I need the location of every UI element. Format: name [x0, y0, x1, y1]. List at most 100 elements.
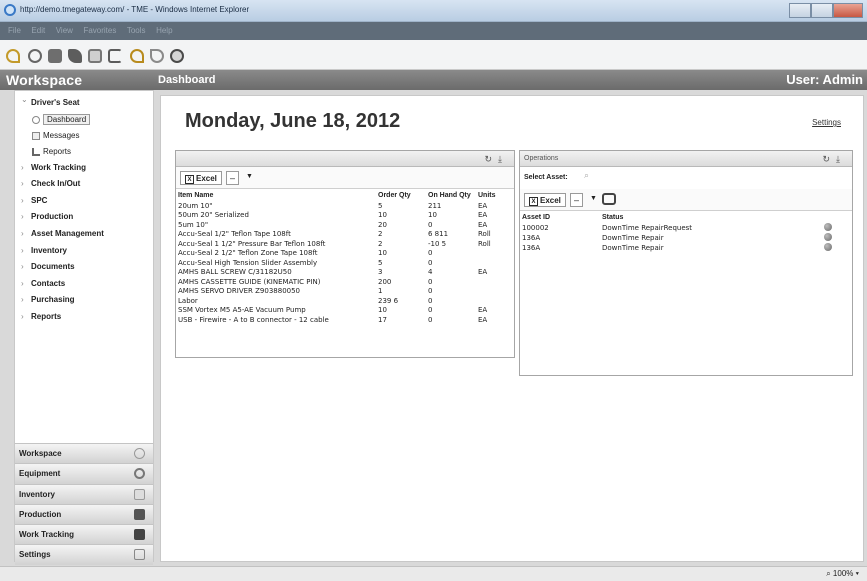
nav-asset-management[interactable]: Asset Management: [21, 226, 153, 243]
maximize-button[interactable]: [811, 3, 833, 18]
cell-units: EA: [478, 315, 488, 324]
search-icon[interactable]: ⌕: [584, 170, 589, 181]
menu-favorites[interactable]: Favorites: [83, 26, 116, 35]
table-row[interactable]: Accu-Seal 2 1/2" Teflon Zone Tape 108ft 1…: [176, 249, 514, 259]
zoom-control[interactable]: ⌕ 100% ▾: [826, 569, 859, 579]
accordion-equipment[interactable]: Equipment: [15, 463, 153, 484]
nav-reports[interactable]: Reports: [21, 309, 153, 326]
accordion-settings[interactable]: Settings: [15, 544, 153, 565]
tag-icon[interactable]: [6, 49, 20, 63]
col-on-hand-qty[interactable]: On Hand Qty: [426, 189, 476, 201]
table-row[interactable]: Accu-Seal High Tension Slider Assembly 5 0: [176, 258, 514, 268]
settings-link[interactable]: Settings: [812, 118, 841, 127]
nav-purchasing[interactable]: Purchasing: [21, 292, 153, 309]
inventory-box-icon[interactable]: [88, 49, 102, 63]
operations-panel-toolbar: X Excel – ▼: [520, 189, 852, 211]
table-row[interactable]: 136A DownTime Repair: [520, 233, 852, 243]
refresh-icon[interactable]: ↻: [822, 154, 836, 164]
excel-icon: X: [529, 197, 538, 206]
cell-order-qty: 2: [378, 239, 383, 248]
menu-help[interactable]: Help: [156, 26, 172, 35]
accordion-workspace[interactable]: Workspace: [15, 443, 153, 464]
nav-contacts[interactable]: Contacts: [21, 276, 153, 293]
nav-dashboard[interactable]: Dashboard: [21, 112, 153, 128]
nav-check-in-out[interactable]: Check In/Out: [21, 176, 153, 193]
table-row[interactable]: 100002 DownTime RepairRequest: [520, 223, 852, 233]
table-row[interactable]: Accu-Seal 1/2" Teflon Tape 108ft 2 6 811 Ro…: [176, 230, 514, 240]
status-indicator: [822, 243, 852, 253]
cell-units: EA: [478, 211, 488, 220]
wrench-icon[interactable]: [150, 49, 164, 63]
table-row[interactable]: AMHS SERVO DRIVER Z903880050 1 0: [176, 287, 514, 297]
table-row[interactable]: Accu-Seal 1 1/2" Pressure Bar Teflon 108…: [176, 239, 514, 249]
col-status[interactable]: Status: [600, 211, 822, 223]
minimize-button[interactable]: [789, 3, 811, 18]
production-icon[interactable]: [108, 49, 122, 63]
tools-icon[interactable]: [68, 49, 82, 63]
cell-on-hand-qty: 6 811: [428, 230, 449, 239]
help-icon[interactable]: [170, 49, 184, 63]
user-label[interactable]: User: Admin: [786, 72, 863, 87]
tag-icon[interactable]: [602, 193, 616, 205]
cell-on-hand-qty: 10: [428, 211, 437, 220]
nav-reports-sub[interactable]: Reports: [21, 144, 153, 160]
accordion-work-tracking[interactable]: Work Tracking: [15, 524, 153, 545]
nav-inventory[interactable]: Inventory: [21, 243, 153, 260]
refresh-icon[interactable]: ↻: [484, 154, 498, 164]
close-button[interactable]: [833, 3, 863, 18]
pin-icon[interactable]: ⤓: [836, 154, 846, 164]
col-order-qty[interactable]: Order Qty: [376, 189, 426, 201]
nav-label: Messages: [43, 130, 80, 140]
equipment-icon[interactable]: [48, 49, 62, 63]
table-row[interactable]: AMHS CASSETTE GUIDE (KINEMATIC PIN) 200 0: [176, 277, 514, 287]
status-indicator: [822, 223, 852, 233]
collapse-button[interactable]: –: [570, 193, 583, 207]
table-row[interactable]: USB - Firewire - A to B connector - 12 c…: [176, 315, 514, 325]
window-controls: [789, 3, 863, 18]
nav-label: Driver's Seat: [31, 98, 80, 107]
col-item-name[interactable]: Item Name: [176, 189, 376, 201]
table-row[interactable]: 136A DownTime Repair: [520, 243, 852, 253]
table-row[interactable]: 50um 20" Serialized 10 10 EA: [176, 211, 514, 221]
nav-messages[interactable]: Messages: [21, 128, 153, 144]
menu-view[interactable]: View: [56, 26, 73, 35]
operations-panel-header: Operations ↻⤓: [520, 151, 852, 167]
status-dot-icon: [824, 223, 832, 231]
accordion-label: Work Tracking: [19, 530, 74, 540]
excel-export-button[interactable]: X Excel: [180, 171, 222, 185]
menu-tools[interactable]: Tools: [127, 26, 146, 35]
nav-label: SPC: [31, 195, 48, 205]
menu-file[interactable]: File: [8, 26, 21, 35]
accordion-production[interactable]: Production: [15, 503, 153, 525]
table-row[interactable]: 20um 10" 5 211 EA: [176, 201, 514, 211]
nav-drivers-seat[interactable]: Driver's Seat: [21, 92, 153, 112]
cell-item-name: AMHS CASSETTE GUIDE (KINEMATIC PIN): [178, 277, 321, 286]
dropdown-caret-icon[interactable]: ▼: [590, 195, 597, 202]
pin-icon[interactable]: ⤓: [498, 154, 508, 164]
nav-spc[interactable]: SPC: [21, 193, 153, 210]
nav-label: Purchasing: [31, 295, 75, 305]
menu-edit[interactable]: Edit: [31, 26, 45, 35]
cell-on-hand-qty: 0: [428, 249, 433, 258]
table-row[interactable]: 5um 10" 20 0 EA: [176, 220, 514, 230]
nav-label: Reports: [31, 311, 62, 321]
nav-tree: Driver's Seat Dashboard Messages Reports…: [15, 91, 153, 326]
table-row[interactable]: SSM Vortex M5 A5-AE Vacuum Pump 10 0 EA: [176, 306, 514, 316]
table-row[interactable]: AMHS BALL SCREW C/31182U50 3 4 EA: [176, 268, 514, 278]
col-units[interactable]: Units: [476, 189, 514, 201]
dropdown-caret-icon[interactable]: ▼: [246, 173, 253, 180]
excel-export-button[interactable]: X Excel: [524, 193, 566, 207]
table-row[interactable]: Labor 239 6 0: [176, 296, 514, 306]
collapse-button[interactable]: –: [226, 171, 239, 185]
nav-documents[interactable]: Documents: [21, 259, 153, 276]
box-icon: [134, 488, 145, 500]
nav-production[interactable]: Production: [21, 209, 153, 226]
cell-item-name: Accu-Seal 1/2" Teflon Tape 108ft: [178, 230, 291, 239]
tag-alt-icon[interactable]: [130, 49, 144, 63]
accordion-inventory[interactable]: Inventory: [15, 483, 153, 504]
nav-work-tracking[interactable]: Work Tracking: [21, 160, 153, 177]
panel-controls: ↻⤓: [484, 151, 508, 167]
col-asset-id[interactable]: Asset ID: [520, 211, 600, 223]
gauge-icon[interactable]: [28, 49, 42, 63]
excel-label: Excel: [196, 174, 217, 183]
